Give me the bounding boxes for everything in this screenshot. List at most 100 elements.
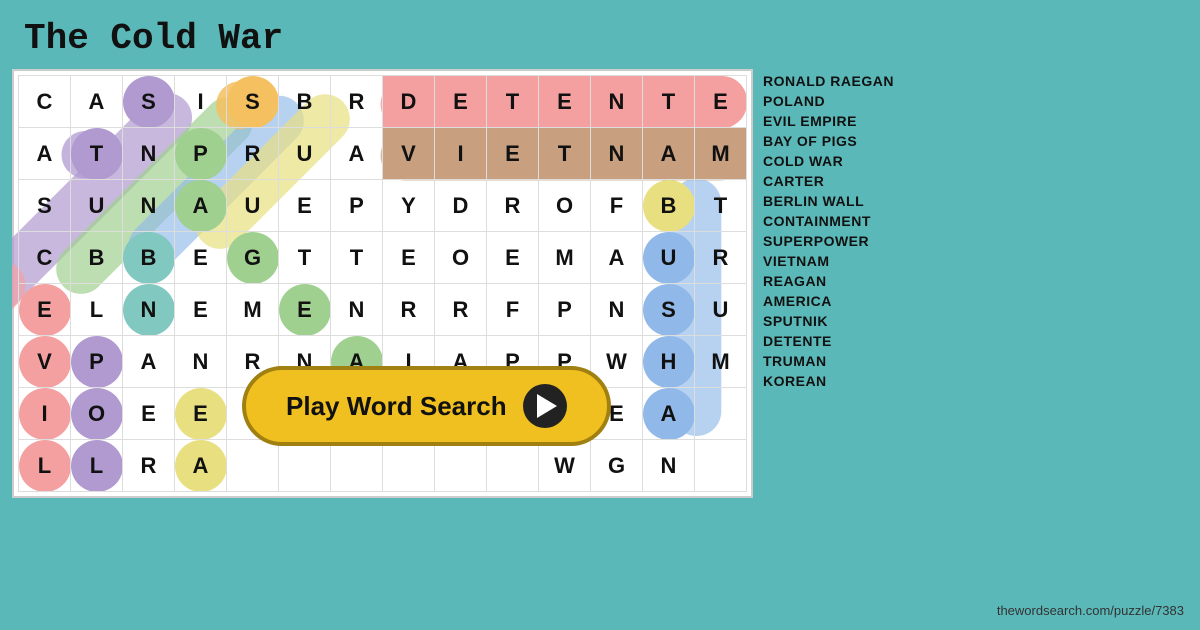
- word-list-item: CONTAINMENT: [763, 213, 923, 229]
- grid-cell: E: [435, 76, 487, 128]
- grid-cell: Y: [383, 180, 435, 232]
- word-list-item: COLD WAR: [763, 153, 923, 169]
- grid-row: C A S I S B R D E T E N T E: [19, 76, 747, 128]
- grid-cell: G: [227, 232, 279, 284]
- grid-wrapper: C A S I S B R D E T E N T E A T: [12, 69, 753, 498]
- grid-cell: [331, 440, 383, 492]
- word-list-item: TRUMAN: [763, 353, 923, 369]
- word-list-item: RONALD RAEGAN: [763, 73, 923, 89]
- grid-cell: A: [643, 128, 695, 180]
- word-list-item: KOREAN: [763, 373, 923, 389]
- grid-cell: M: [695, 128, 747, 180]
- grid-cell: U: [695, 284, 747, 336]
- grid-cell: P: [331, 180, 383, 232]
- footer-url: thewordsearch.com/puzzle/7383: [997, 603, 1184, 618]
- grid-cell: U: [227, 180, 279, 232]
- word-list-item: EVIL EMPIRE: [763, 113, 923, 129]
- grid-row: C B B E G T T E O E M A U R: [19, 232, 747, 284]
- grid-cell: T: [643, 76, 695, 128]
- grid-cell: P: [539, 284, 591, 336]
- grid-cell: [487, 440, 539, 492]
- grid-cell: I: [175, 76, 227, 128]
- grid-cell: T: [695, 180, 747, 232]
- grid-cell: B: [123, 232, 175, 284]
- grid-cell: [695, 388, 747, 440]
- grid-cell: U: [71, 180, 123, 232]
- grid-cell: A: [175, 440, 227, 492]
- grid-cell: W: [539, 440, 591, 492]
- grid-cell: U: [279, 128, 331, 180]
- grid-cell: E: [175, 284, 227, 336]
- grid-cell: E: [487, 232, 539, 284]
- word-list-item: SPUTNIK: [763, 313, 923, 329]
- grid-cell: E: [175, 232, 227, 284]
- grid-cell: N: [123, 284, 175, 336]
- grid-cell: S: [227, 76, 279, 128]
- grid-cell: R: [331, 76, 383, 128]
- word-list: RONALD RAEGAN POLAND EVIL EMPIRE BAY OF PIG…: [763, 69, 923, 498]
- grid-cell: [279, 440, 331, 492]
- grid-cell: B: [71, 232, 123, 284]
- word-list-item: POLAND: [763, 93, 923, 109]
- grid-cell: N: [123, 180, 175, 232]
- grid-cell: H: [643, 336, 695, 388]
- grid-cell: D: [435, 180, 487, 232]
- grid-cell: T: [487, 76, 539, 128]
- grid-cell: L: [71, 284, 123, 336]
- grid-cell: U: [643, 232, 695, 284]
- grid-cell: E: [19, 284, 71, 336]
- grid-cell: S: [643, 284, 695, 336]
- grid-cell: N: [591, 76, 643, 128]
- play-button-container[interactable]: Play Word Search: [242, 366, 611, 446]
- grid-cell: V: [383, 128, 435, 180]
- grid-cell: T: [331, 232, 383, 284]
- grid-cell: S: [19, 180, 71, 232]
- grid-cell: E: [175, 388, 227, 440]
- grid-cell: B: [643, 180, 695, 232]
- word-list-item: DETENTE: [763, 333, 923, 349]
- grid-cell: R: [227, 128, 279, 180]
- grid-cell: M: [695, 336, 747, 388]
- grid-cell: C: [19, 232, 71, 284]
- word-list-item: BAY OF PIGS: [763, 133, 923, 149]
- grid-cell: T: [71, 128, 123, 180]
- grid-row: A T N P R U A V I E T N A M: [19, 128, 747, 180]
- grid-cell: N: [175, 336, 227, 388]
- grid-cell: A: [591, 232, 643, 284]
- play-icon: [523, 384, 567, 428]
- grid-cell: E: [539, 76, 591, 128]
- grid-cell: N: [643, 440, 695, 492]
- grid-cell: B: [279, 76, 331, 128]
- grid-cell: [435, 440, 487, 492]
- grid-cell: I: [19, 388, 71, 440]
- grid-cell: L: [19, 440, 71, 492]
- word-list-item: SUPERPOWER: [763, 233, 923, 249]
- grid-cell: F: [591, 180, 643, 232]
- grid-cell: [227, 440, 279, 492]
- grid-cell: E: [279, 180, 331, 232]
- play-word-search-button[interactable]: Play Word Search: [242, 366, 611, 446]
- grid-cell: O: [71, 388, 123, 440]
- grid-cell: N: [591, 128, 643, 180]
- grid-cell: R: [435, 284, 487, 336]
- grid-cell: A: [123, 336, 175, 388]
- play-triangle-icon: [537, 394, 557, 418]
- word-list-item: REAGAN: [763, 273, 923, 289]
- grid-cell: V: [19, 336, 71, 388]
- grid-cell: A: [331, 128, 383, 180]
- grid-cell: A: [71, 76, 123, 128]
- grid-cell: E: [383, 232, 435, 284]
- grid-cell: R: [383, 284, 435, 336]
- grid-cell: T: [279, 232, 331, 284]
- grid-cell: E: [695, 76, 747, 128]
- grid-cell: [695, 440, 747, 492]
- grid-cell: N: [331, 284, 383, 336]
- grid-cell: T: [539, 128, 591, 180]
- grid-cell: R: [487, 180, 539, 232]
- word-list-item: CARTER: [763, 173, 923, 189]
- grid-cell: E: [487, 128, 539, 180]
- word-list-item: AMERICA: [763, 293, 923, 309]
- grid-cell: R: [695, 232, 747, 284]
- grid-cell: S: [123, 76, 175, 128]
- grid-cell: D: [383, 76, 435, 128]
